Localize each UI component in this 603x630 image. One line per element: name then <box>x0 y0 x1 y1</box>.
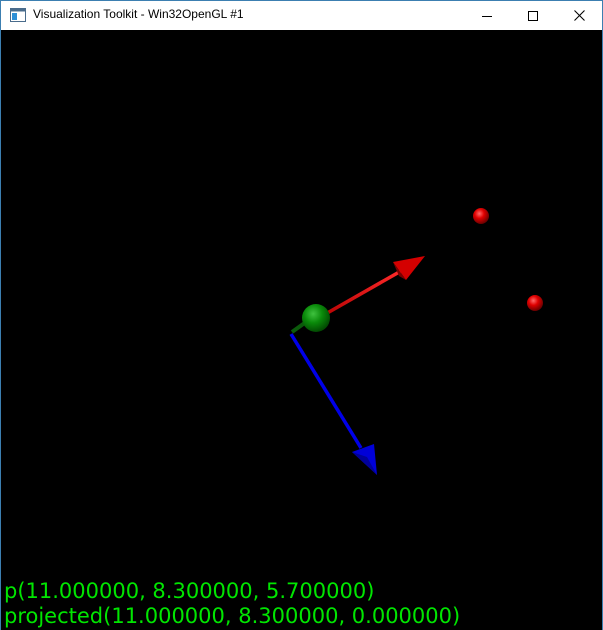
point-coordinates-text: p(11.000000, 8.300000, 5.700000) <box>4 579 375 603</box>
minimize-icon <box>482 15 492 17</box>
close-button[interactable] <box>556 1 602 30</box>
minimize-button[interactable] <box>464 1 510 30</box>
blue-vector-arrow <box>289 333 377 475</box>
window-title: Visualization Toolkit - Win32OpenGL #1 <box>33 7 244 21</box>
vtk-render-window: Visualization Toolkit - Win32OpenGL #1 p… <box>0 0 603 630</box>
3d-scene <box>289 208 543 475</box>
render-viewport[interactable]: p(11.000000, 8.300000, 5.700000) project… <box>1 30 602 630</box>
vtk-window-icon[interactable] <box>10 8 26 22</box>
red-point-sphere <box>527 295 543 311</box>
red-point-sphere <box>473 208 489 224</box>
origin-sphere <box>302 304 330 332</box>
close-icon <box>573 10 585 21</box>
title-bar[interactable]: Visualization Toolkit - Win32OpenGL #1 <box>1 1 602 30</box>
red-vector-arrow <box>314 256 425 322</box>
maximize-button[interactable] <box>510 1 556 30</box>
projected-coordinates-text: projected(11.000000, 8.300000, 0.000000) <box>4 604 461 628</box>
maximize-icon <box>528 10 538 21</box>
